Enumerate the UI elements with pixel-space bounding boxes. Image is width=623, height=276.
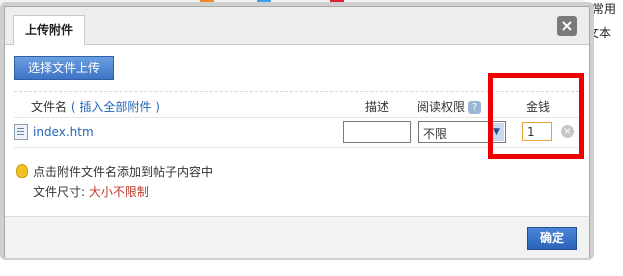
lightbulb-icon [16,164,28,178]
help-icon[interactable]: ? [468,101,482,114]
html-file-icon [14,124,28,140]
filename-column-header: 文件名 ( 插入全部附件 ) [31,98,160,115]
tab-upload-attachment[interactable]: 上传附件 [13,15,85,45]
insert-all-close-paren: ) [155,100,160,114]
insert-all-open-paren: ( [70,100,76,114]
attachment-filename-link[interactable]: index.htm [33,125,94,139]
background-text: 常用 [592,2,617,16]
file-size-label: 文件尺寸: [33,185,86,199]
file-size-value: 大小不限制 [88,185,149,199]
tip-text: 点击附件文件名添加到帖子内容中 [33,165,214,179]
permission-select-value: 不限 [423,127,448,141]
filename-header-label: 文件名 [31,100,68,114]
permission-header-label: 阅读权限 [417,100,466,114]
description-input[interactable] [343,121,411,143]
permission-column-header: 阅读权限? [417,98,482,115]
dialog-tab-bar: 上传附件 × [5,7,589,45]
close-icon[interactable]: × [557,16,577,36]
dialog-footer: 确定 [5,216,589,258]
description-column-header: 描述 [365,100,390,114]
select-file-upload-button[interactable]: 选择文件上传 [14,56,114,80]
confirm-button[interactable]: 确定 [527,227,577,250]
file-size-info: 文件尺寸: 大小不限制 [33,183,149,200]
highlight-annotation-box [488,73,584,159]
insert-all-attachments-link[interactable]: 插入全部附件 [79,100,151,114]
